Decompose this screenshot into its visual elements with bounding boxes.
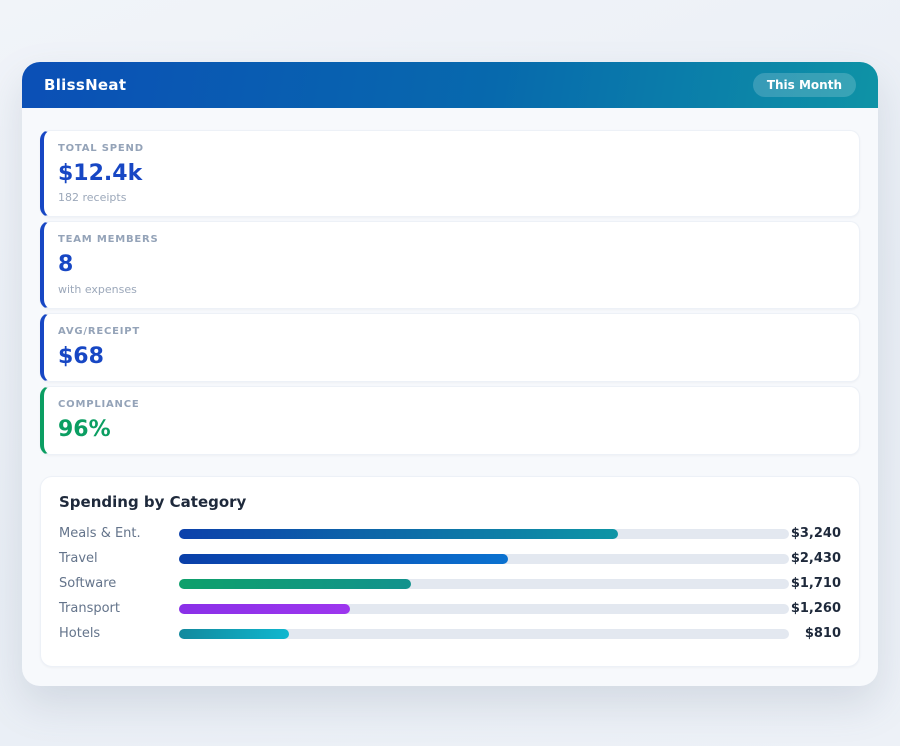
stat-value: $12.4k <box>58 161 845 186</box>
stat-card-total-spend: TOTAL SPEND $12.4k 182 receipts <box>40 130 860 217</box>
stat-value: 8 <box>58 252 845 277</box>
stat-value: $68 <box>58 344 845 369</box>
stat-card-compliance: COMPLIANCE 96% <box>40 386 860 455</box>
stat-card-avg-receipt: AVG/RECEIPT $68 <box>40 313 860 382</box>
bar-fill <box>179 554 508 564</box>
bar-track <box>179 529 789 539</box>
stat-value: 96% <box>58 417 845 442</box>
category-label: Hotels <box>59 626 179 641</box>
bar-value: $2,430 <box>789 551 841 566</box>
dashboard-panel: BlissNeat This Month TOTAL SPEND $12.4k … <box>22 62 878 686</box>
bar-value: $3,240 <box>789 526 841 541</box>
bar-track <box>179 554 789 564</box>
bar-fill <box>179 579 411 589</box>
bar-fill <box>179 629 289 639</box>
bar-fill <box>179 529 618 539</box>
stat-card-team-members: TEAM MEMBERS 8 with expenses <box>40 221 860 308</box>
chart-rows: Meals & Ent. $3,240 Travel $2,430 Softwa… <box>59 521 841 646</box>
bar-track <box>179 604 789 614</box>
period-badge[interactable]: This Month <box>753 73 856 97</box>
chart-title: Spending by Category <box>59 493 841 511</box>
bar-value: $810 <box>789 626 841 641</box>
chart-row: Transport $1,260 <box>59 596 841 621</box>
stat-label: TEAM MEMBERS <box>58 234 845 245</box>
category-label: Meals & Ent. <box>59 526 179 541</box>
stat-label: AVG/RECEIPT <box>58 326 845 337</box>
category-label: Software <box>59 576 179 591</box>
spending-chart-card: Spending by Category Meals & Ent. $3,240… <box>40 476 860 667</box>
app-header: BlissNeat This Month <box>22 62 878 108</box>
category-label: Travel <box>59 551 179 566</box>
bar-track <box>179 629 789 639</box>
bar-track <box>179 579 789 589</box>
bar-value: $1,710 <box>789 576 841 591</box>
category-label: Transport <box>59 601 179 616</box>
stat-label: TOTAL SPEND <box>58 143 845 154</box>
chart-row: Hotels $810 <box>59 621 841 646</box>
app-title: BlissNeat <box>44 76 126 94</box>
stat-caption: with expenses <box>58 283 845 296</box>
bar-value: $1,260 <box>789 601 841 616</box>
stat-caption: 182 receipts <box>58 191 845 204</box>
chart-row: Travel $2,430 <box>59 546 841 571</box>
stat-label: COMPLIANCE <box>58 399 845 410</box>
dashboard-content: TOTAL SPEND $12.4k 182 receipts TEAM MEM… <box>22 108 878 667</box>
chart-row: Software $1,710 <box>59 571 841 596</box>
chart-row: Meals & Ent. $3,240 <box>59 521 841 546</box>
bar-fill <box>179 604 350 614</box>
